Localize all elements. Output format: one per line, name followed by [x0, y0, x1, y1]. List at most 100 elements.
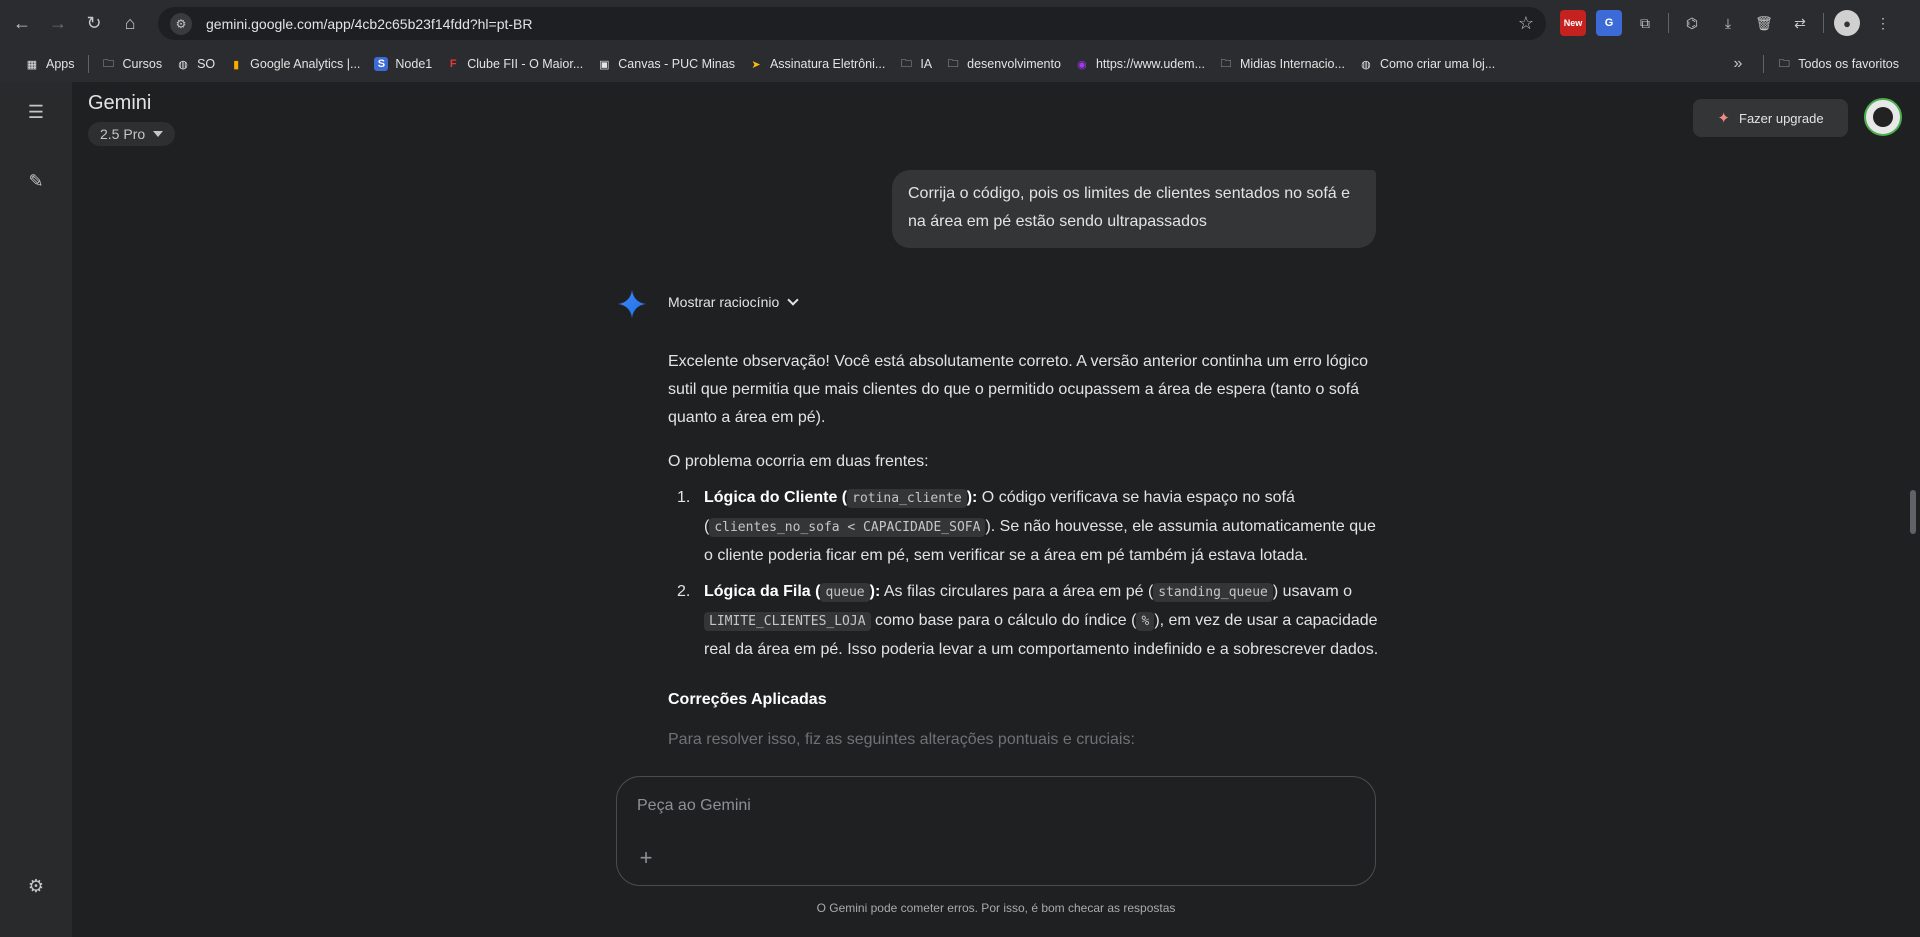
all-bookmarks-label: Todos os favoritos	[1798, 57, 1899, 71]
gemini-app: ☰ ✎ ⚙ Gemini 2.5 Pro ✦ Fazer upgrade Cor…	[0, 82, 1920, 937]
problem-list: 1. Lógica do Cliente (rotina_cliente): O…	[668, 484, 1380, 664]
list-item: 2. Lógica da Fila (queue): As filas circ…	[668, 578, 1380, 664]
bookmark-desenvolvimento[interactable]: 🗀 desenvolvimento	[939, 50, 1068, 78]
user-message-bubble: Corrija o código, pois os limites de cli…	[892, 170, 1376, 248]
browser-menu-icon[interactable]: ⋮	[1870, 10, 1896, 36]
bookmark-node1[interactable]: S Node1	[367, 50, 439, 78]
sparkle-icon: ✦	[1717, 110, 1730, 127]
globe-icon: ◍	[1361, 58, 1371, 71]
item-text: como base para o cálculo do índice (	[870, 612, 1137, 629]
prompt-composer[interactable]: Peça ao Gemini +	[616, 776, 1376, 886]
site-info-icon[interactable]: ⚙	[170, 12, 192, 35]
inline-code: rotina_cliente	[847, 489, 967, 508]
new-extension-icon[interactable]: New	[1560, 10, 1586, 36]
item-title-close: ):	[966, 489, 978, 506]
browser-toolbar: ← → ↻ ⌂ ⚙ gemini.google.com/app/4cb2c65b…	[0, 0, 1920, 46]
model-selector[interactable]: 2.5 Pro	[88, 122, 176, 146]
folder-icon: 🗀	[947, 57, 959, 70]
inline-code: LIMITE_CLIENTES_LOJA	[704, 612, 871, 631]
section-heading: Correções Aplicadas	[668, 691, 827, 708]
trash-icon[interactable]: 🗑	[1751, 10, 1777, 36]
app-title: Gemini	[88, 92, 152, 114]
toolbar-divider	[1668, 13, 1669, 33]
new-chat-icon[interactable]: ✎	[18, 163, 54, 199]
bookmarks-overflow-icon[interactable]: »	[1726, 50, 1750, 78]
forward-button[interactable]: →	[40, 5, 76, 41]
bookmark-canvas[interactable]: ▣ Canvas - PUC Minas	[590, 50, 742, 78]
url-text[interactable]: gemini.google.com/app/4cb2c65b23f14fdd?h…	[206, 16, 533, 32]
model-response: Excelente observação! Você está absoluta…	[668, 348, 1380, 770]
extensions-puzzle-icon[interactable]: ⧉	[1632, 10, 1658, 36]
bookmark-label: Cursos	[122, 57, 163, 71]
address-bar[interactable]: ⚙ gemini.google.com/app/4cb2c65b23f14fdd…	[158, 7, 1546, 40]
item-title: Lógica do Cliente (	[704, 489, 848, 506]
prompt-input[interactable]: Peça ao Gemini	[637, 797, 751, 815]
add-attachment-icon[interactable]: +	[633, 845, 659, 871]
toolbar-divider	[1823, 13, 1824, 33]
inline-code: standing_queue	[1153, 583, 1273, 602]
all-bookmarks[interactable]: 🗀 Todos os favoritos	[1757, 50, 1906, 78]
disclaimer-text: O Gemini pode cometer erros. Por isso, é…	[816, 901, 1176, 915]
list-number: 2.	[677, 583, 691, 600]
settings-gear-icon[interactable]: ⚙	[18, 868, 54, 904]
upgrade-label: Fazer upgrade	[1739, 110, 1824, 126]
bookmark-label: desenvolvimento	[967, 57, 1061, 71]
list-number: 1.	[677, 489, 691, 506]
browser-profile-avatar[interactable]: ●	[1834, 10, 1860, 36]
back-button[interactable]: ←	[4, 5, 40, 41]
bookmark-star-icon[interactable]: ☆	[1518, 13, 1534, 34]
item-text: As filas circulares para a área em pé (	[880, 583, 1154, 600]
browser-chrome: ← → ↻ ⌂ ⚙ gemini.google.com/app/4cb2c65b…	[0, 0, 1920, 82]
analytics-icon: ▮	[233, 58, 240, 71]
udemy-icon: ◉	[1077, 58, 1087, 71]
model-label: 2.5 Pro	[100, 126, 146, 142]
bookmark-cursos[interactable]: 🗀 Cursos	[95, 50, 170, 78]
folder-icon: 🗀	[1778, 57, 1790, 70]
all-bookmarks-button[interactable]: 🗀 Todos os favoritos	[1770, 50, 1906, 78]
show-reasoning-toggle[interactable]: Mostrar raciocínio	[668, 294, 799, 310]
bookmark-midias[interactable]: 🗀 Midias Internacio...	[1212, 50, 1352, 78]
bookmark-label: IA	[920, 57, 933, 71]
bookmark-clube-fii[interactable]: F Clube FII - O Maior...	[439, 50, 590, 78]
bookmark-udemy[interactable]: ◉ https://www.udem...	[1068, 50, 1212, 78]
menu-icon[interactable]: ☰	[18, 94, 54, 130]
bookmark-como-criar[interactable]: ◍ Como criar uma loj...	[1352, 50, 1502, 78]
inline-code: clientes_no_sofa < CAPACIDADE_SOFA	[709, 518, 986, 537]
chevron-down-icon	[787, 294, 799, 306]
download-icon[interactable]: ⤓	[1715, 10, 1741, 36]
bookmark-assinatura[interactable]: ➤ Assinatura Eletrôni...	[742, 50, 892, 78]
section-lead: Para resolver isso, fiz as seguintes alt…	[668, 731, 1135, 748]
canvas-icon: ▣	[599, 58, 610, 71]
globe-icon: ◍	[178, 58, 188, 71]
bookmark-ia[interactable]: 🗀 IA	[892, 50, 939, 78]
item-text: ) usavam o	[1272, 583, 1352, 600]
upgrade-button[interactable]: ✦ Fazer upgrade	[1693, 99, 1848, 137]
list-item: 1. Lógica do Cliente (rotina_cliente): O…	[668, 484, 1380, 570]
inline-code: %	[1136, 612, 1155, 631]
bookmark-label: Google Analytics |...	[250, 57, 361, 71]
bookmark-label: SO	[197, 57, 216, 71]
bookmark-label: Assinatura Eletrôni...	[769, 57, 886, 71]
gemini-star-icon	[618, 290, 646, 318]
f-icon: F	[449, 58, 457, 70]
bookmark-so[interactable]: ◍ SO	[169, 50, 222, 78]
folder-icon: 🗀	[103, 57, 114, 70]
folder-icon: 🗀	[1220, 57, 1232, 70]
bookmark-label: Midias Internacio...	[1240, 57, 1345, 71]
folder-icon: 🗀	[900, 57, 912, 70]
bookmark-google-analytics[interactable]: ▮ Google Analytics |...	[222, 50, 367, 78]
translate-extension-icon[interactable]: G	[1596, 10, 1622, 36]
scrollbar-thumb[interactable]	[1910, 490, 1916, 534]
account-avatar[interactable]	[1864, 98, 1902, 136]
bookmark-apps[interactable]: ▦ Apps	[18, 50, 82, 78]
reload-button[interactable]: ↻	[76, 5, 112, 41]
bookmark-divider	[1763, 55, 1765, 73]
translate-page-icon[interactable]: ⇄	[1787, 10, 1813, 36]
caret-down-icon	[153, 131, 164, 137]
home-button[interactable]: ⌂	[112, 5, 148, 41]
response-intro: Excelente observação! Você está absoluta…	[668, 353, 1368, 426]
side-rail: ☰ ✎ ⚙	[0, 82, 72, 937]
reasoning-label: Mostrar raciocínio	[668, 294, 780, 310]
incognito-icon[interactable]: ⌬	[1679, 10, 1705, 36]
arrow-icon: ➤	[751, 58, 761, 71]
